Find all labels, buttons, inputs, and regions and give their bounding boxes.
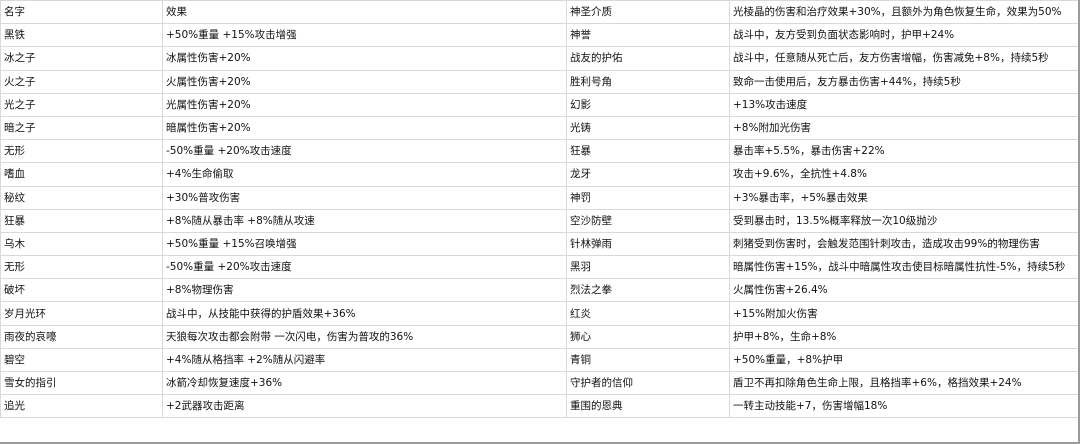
header-name-cell: 名字 [0, 0, 163, 25]
effect-cell: +8%物理伤害 [162, 278, 567, 303]
effect-cell: -50%重量 +20%攻击速度 [162, 139, 567, 164]
effect-cell-2: 护甲+8%，生命+8% [729, 324, 1080, 349]
name-cell-2: 神誉 [566, 23, 730, 48]
effect-cell-2: 暗属性伤害+15%，战斗中暗属性攻击使目标暗属性抗性-5%，持续5秒 [729, 255, 1080, 280]
header-effect-cell: 效果 [162, 0, 567, 25]
table-row: 狂暴 +8%随从暴击率 +8%随从攻速 空沙防壁 受到暴击时，13.5%概率释放一次… [0, 208, 1080, 233]
name-cell: 狂暴 [0, 208, 163, 233]
table-row: 破坏 +8%物理伤害 烈法之拳 火属性伤害+26.4% [0, 278, 1080, 303]
name-cell: 火之子 [0, 69, 163, 94]
header-effect-cell-2: 光棱晶的伤害和治疗效果+30%，且额外为角色恢复生命，效果为50% [729, 0, 1080, 25]
name-cell-2: 神罚 [566, 185, 730, 210]
name-cell: 乌木 [0, 231, 163, 257]
table-row: 雪女的指引 冰箭冷却恢复速度+36% 守护者的信仰 盾卫不再扣除角色生命上限，且格挡率… [0, 370, 1080, 396]
effect-cell: 火属性伤害+20% [162, 69, 567, 94]
name-cell: 雪女的指引 [0, 370, 163, 396]
name-cell: 黑铁 [0, 23, 163, 48]
name-cell: 追光 [0, 394, 163, 419]
name-cell-2: 烈法之拳 [566, 278, 730, 303]
effect-cell: +50%重量 +15%攻击增强 [162, 23, 567, 48]
table-row: 光之子 光属性伤害+20% 幻影 +13%攻击速度 [0, 92, 1080, 117]
effect-cell: 冰属性伤害+20% [162, 46, 567, 71]
effect-cell-2: 刺猪受到伤害时，会触发范围针刺攻击，造成攻击99%的物理伤害 [729, 231, 1080, 257]
name-cell-2: 守护者的信仰 [566, 370, 730, 396]
effect-cell: 光属性伤害+20% [162, 92, 567, 117]
header-name-cell-2: 神圣介质 [566, 0, 730, 25]
effect-cell: +8%随从暴击率 +8%随从攻速 [162, 208, 567, 233]
effect-cell: +50%重量 +15%召唤增强 [162, 231, 567, 257]
table-row: 黑铁 +50%重量 +15%攻击增强 神誉 战斗中，友方受到负面状态影响时，护甲+2… [0, 23, 1080, 48]
effect-cell-2: +8%附加光伤害 [729, 115, 1080, 141]
effect-cell-2: 攻击+9.6%，全抗性+4.8% [729, 162, 1080, 187]
table-row: 碧空 +4%随从格挡率 +2%随从闪避率 青铜 +50%重量，+8%护甲 [0, 347, 1080, 373]
name-cell-2: 幻影 [566, 92, 730, 117]
table-row: 嗜血 +4%生命偷取 龙牙 攻击+9.6%，全抗性+4.8% [0, 162, 1080, 187]
name-cell: 破坏 [0, 278, 163, 303]
effect-cell-2: 战斗中，任意随从死亡后，友方伤害增幅，伤害减免+8%，持续5秒 [729, 46, 1080, 71]
table-row: 岁月光环 战斗中，从技能中获得的护盾效果+36% 红炎 +15%附加火伤害 [0, 301, 1080, 326]
effect-cell: 战斗中，从技能中获得的护盾效果+36% [162, 301, 567, 326]
effect-cell-2: 一转主动技能+7，伤害增幅18% [729, 394, 1080, 419]
header-row: 名字 效果 神圣介质 光棱晶的伤害和治疗效果+30%，且额外为角色恢复生命，效果… [0, 0, 1080, 25]
effect-cell-2: +50%重量，+8%护甲 [729, 347, 1080, 373]
effect-cell-2: +15%附加火伤害 [729, 301, 1080, 326]
effect-cell: -50%重量 +20%攻击速度 [162, 255, 567, 280]
name-cell: 秘纹 [0, 185, 163, 210]
name-cell-2: 狂暴 [566, 139, 730, 164]
table-row: 无形 -50%重量 +20%攻击速度 黑羽 暗属性伤害+15%，战斗中暗属性攻击使目… [0, 255, 1080, 280]
name-cell-2: 战友的护佑 [566, 46, 730, 71]
effect-cell: +4%随从格挡率 +2%随从闪避率 [162, 347, 567, 373]
name-cell-2: 狮心 [566, 324, 730, 349]
name-cell-2: 青铜 [566, 347, 730, 373]
name-cell: 光之子 [0, 92, 163, 117]
name-cell-2: 红炎 [566, 301, 730, 326]
name-cell: 碧空 [0, 347, 163, 373]
effect-cell-2: +3%暴击率，+5%暴击效果 [729, 185, 1080, 210]
table-row: 雨夜的哀嚎 天狼每次攻击都会附带 一次闪电，伤害为普攻的36% 狮心 护甲+8%，生命… [0, 324, 1080, 349]
name-cell: 无形 [0, 139, 163, 164]
name-cell: 岁月光环 [0, 301, 163, 326]
effect-cell-2: +13%攻击速度 [729, 92, 1080, 117]
name-cell-2: 重围的恩典 [566, 394, 730, 419]
name-cell-2: 龙牙 [566, 162, 730, 187]
table-row: 无形 -50%重量 +20%攻击速度 狂暴 暴击率+5.5%，暴击伤害+22% [0, 139, 1080, 164]
effect-cell-2: 火属性伤害+26.4% [729, 278, 1080, 303]
name-cell: 冰之子 [0, 46, 163, 71]
effect-cell: +4%生命偷取 [162, 162, 567, 187]
effect-cell: +30%普攻伤害 [162, 185, 567, 210]
effect-cell: 暗属性伤害+20% [162, 115, 567, 141]
name-cell: 雨夜的哀嚎 [0, 324, 163, 349]
table-row: 秘纹 +30%普攻伤害 神罚 +3%暴击率，+5%暴击效果 [0, 185, 1080, 210]
name-cell-2: 光铸 [566, 115, 730, 141]
name-cell: 无形 [0, 255, 163, 280]
table-row: 冰之子 冰属性伤害+20% 战友的护佑 战斗中，任意随从死亡后，友方伤害增幅，伤害减免… [0, 46, 1080, 71]
table-row: 火之子 火属性伤害+20% 胜利号角 致命一击使用后，友方暴击伤害+44%，持续5秒 [0, 69, 1080, 94]
name-cell-2: 胜利号角 [566, 69, 730, 94]
table-row: 乌木 +50%重量 +15%召唤增强 针林弹雨 刺猪受到伤害时，会触发范围针刺攻击，… [0, 231, 1080, 257]
name-cell: 暗之子 [0, 115, 163, 141]
effect-cell: 天狼每次攻击都会附带 一次闪电，伤害为普攻的36% [162, 324, 567, 349]
table-row: 追光 +2武器攻击距离 重围的恩典 一转主动技能+7，伤害增幅18% [0, 394, 1080, 419]
name-cell-2: 针林弹雨 [566, 231, 730, 257]
item-effects-table: 名字 效果 神圣介质 光棱晶的伤害和治疗效果+30%，且额外为角色恢复生命，效果… [0, 0, 1080, 419]
effect-cell-2: 战斗中，友方受到负面状态影响时，护甲+24% [729, 23, 1080, 48]
effect-cell: 冰箭冷却恢复速度+36% [162, 370, 567, 396]
effect-cell: +2武器攻击距离 [162, 394, 567, 419]
table-row: 暗之子 暗属性伤害+20% 光铸 +8%附加光伤害 [0, 115, 1080, 141]
effect-cell-2: 盾卫不再扣除角色生命上限，且格挡率+6%，格挡效果+24% [729, 370, 1080, 396]
name-cell: 嗜血 [0, 162, 163, 187]
name-cell-2: 空沙防壁 [566, 208, 730, 233]
effect-cell-2: 暴击率+5.5%，暴击伤害+22% [729, 139, 1080, 164]
name-cell-2: 黑羽 [566, 255, 730, 280]
effect-cell-2: 受到暴击时，13.5%概率释放一次10级抛沙 [729, 208, 1080, 233]
effect-cell-2: 致命一击使用后，友方暴击伤害+44%，持续5秒 [729, 69, 1080, 94]
